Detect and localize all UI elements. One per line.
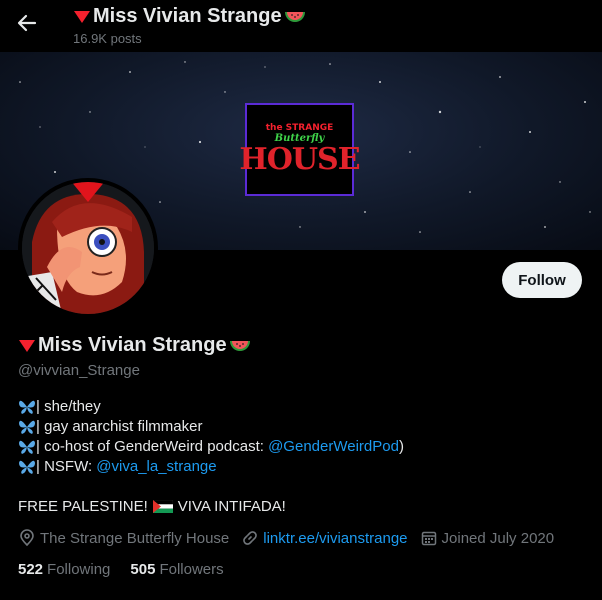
butterfly-icon (18, 459, 36, 475)
header-title: Miss Vivian Strange (93, 5, 282, 27)
following-count: 522 (18, 561, 44, 578)
location-pin-icon (18, 529, 40, 547)
link-icon (241, 529, 263, 547)
bio-occupation: | gay anarchist filmmaker (36, 418, 203, 435)
red-triangle-icon (73, 9, 91, 25)
avatar-image (22, 182, 154, 314)
butterfly-icon (18, 439, 36, 455)
slogan-prefix: FREE PALESTINE! (18, 498, 148, 515)
bio: | she/they | gay anarchist filmmaker | c… (18, 397, 404, 477)
bio-nsfw-text: | NSFW: (36, 458, 97, 475)
palestine-flag-icon (152, 500, 173, 513)
bio-slogan: FREE PALESTINE! VIVA INTIFADA! (18, 498, 286, 515)
slogan-suffix: VIVA INTIFADA! (177, 498, 286, 515)
watermelon-icon (284, 9, 306, 25)
bio-line: | co-host of GenderWeird podcast: @Gende… (18, 437, 404, 457)
back-button[interactable] (12, 8, 42, 38)
back-arrow-icon (17, 13, 37, 33)
bio-line: | gay anarchist filmmaker (18, 417, 404, 437)
location: The Strange Butterfly House (18, 529, 229, 547)
calendar-icon (420, 529, 442, 547)
top-header: Miss Vivian Strange 16.9K posts (0, 0, 602, 52)
follow-button[interactable]: Follow (502, 262, 582, 298)
red-triangle-icon (18, 338, 36, 354)
header-title-row: Miss Vivian Strange (73, 5, 306, 28)
display-name: Miss Vivian Strange (38, 334, 227, 356)
follow-counts: 522 Following 505 Followers (18, 561, 244, 578)
bio-pronouns: | she/they (36, 398, 101, 415)
logo-line3: HOUSE (239, 142, 360, 177)
bio-podcast-text: | co-host of GenderWeird podcast: (36, 438, 269, 455)
bio-line: | she/they (18, 397, 404, 417)
followers-link[interactable]: 505 Followers (130, 561, 223, 578)
podcast-mention-link[interactable]: @GenderWeirdPod (268, 437, 399, 457)
website-link[interactable]: linktr.ee/vivianstrange (263, 530, 407, 547)
following-link[interactable]: 522 Following (18, 561, 110, 578)
joined-date: Joined July 2020 (420, 529, 555, 547)
butterfly-icon (18, 419, 36, 435)
logo-line1: the STRANGE (265, 123, 334, 133)
butterfly-icon (18, 399, 36, 415)
location-text: The Strange Butterfly House (40, 529, 230, 547)
posts-count: 16.9K posts (73, 31, 142, 46)
bio-podcast-suffix: ) (398, 438, 404, 455)
handle: @vivvian_Strange (18, 362, 140, 379)
followers-label: Followers (159, 561, 224, 578)
website: linktr.ee/vivianstrange (241, 529, 408, 547)
banner-logo: the STRANGE Butterfly HOUSE (239, 103, 361, 196)
following-label: Following (47, 561, 111, 578)
watermelon-icon (229, 338, 251, 354)
nsfw-mention-link[interactable]: @viva_la_strange (96, 457, 216, 477)
followers-count: 505 (130, 561, 156, 578)
avatar[interactable] (18, 178, 158, 318)
bio-line: | NSFW: @viva_la_strange (18, 457, 404, 477)
display-name-row: Miss Vivian Strange (18, 334, 251, 357)
joined-text: Joined July 2020 (441, 529, 555, 547)
profile-meta: The Strange Butterfly House linktr.ee/vi… (18, 529, 566, 547)
